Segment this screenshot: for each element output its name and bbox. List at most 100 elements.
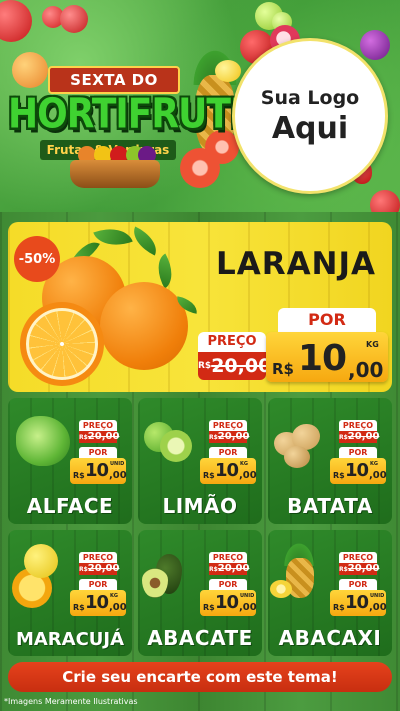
price-integer: 10: [215, 592, 239, 613]
currency: R$: [203, 603, 215, 612]
orange-icon: [100, 282, 188, 370]
featured-product-name: LARANJA: [215, 246, 377, 282]
price-unit: KG: [110, 593, 118, 599]
por-label: POR: [339, 579, 377, 590]
old-currency: R$: [198, 361, 212, 371]
price-unit: UNID: [240, 593, 255, 599]
apple-icon: [0, 0, 32, 42]
disclaimer: *Imagens Meramente Ilustrativas: [4, 697, 138, 706]
currency: R$: [333, 603, 345, 612]
price-block: PREÇO R$20,00 POR R$ 10 ,00 UNID: [70, 420, 127, 484]
grape-icon: [360, 30, 390, 60]
price-decimal: ,00: [369, 602, 387, 613]
price-decimal: ,00: [109, 470, 127, 481]
old-price: R$20,00: [339, 431, 380, 443]
price-block: PREÇO R$20,00 POR R$ 10 ,00 UNID: [200, 552, 257, 616]
old-price: R$20,00: [209, 563, 250, 575]
old-currency: R$: [339, 434, 348, 441]
price-block: PREÇO R$20,00 POR R$ 10 ,00 KG: [330, 420, 387, 484]
new-price: R$ 10 ,00 KG: [330, 458, 387, 484]
product-card-alface: PREÇO R$20,00 POR R$ 10 ,00 UNID ALFACE: [8, 398, 132, 524]
old-price-value: 20,00: [347, 431, 380, 442]
new-price-decimal: ,00: [348, 358, 384, 382]
price-unit: UNID: [370, 593, 385, 599]
por-label: POR: [79, 579, 117, 590]
old-currency: R$: [209, 566, 218, 573]
currency: R$: [333, 471, 345, 480]
new-price: R$ 10 ,00 UNID: [330, 590, 387, 616]
product-card-abacate: PREÇO R$20,00 POR R$ 10 ,00 UNID ABACATE: [138, 530, 262, 656]
por-label: POR: [339, 447, 377, 458]
price-integer: 10: [345, 592, 369, 613]
lime-slice-icon: [160, 430, 192, 462]
old-currency: R$: [209, 434, 218, 441]
logo-line-2: Aqui: [271, 110, 349, 146]
product-card-abacaxi: PREÇO R$20,00 POR R$ 10 ,00 UNID ABACAXI: [268, 530, 392, 656]
por-label: POR: [209, 579, 247, 590]
discount-badge: -50%: [14, 236, 60, 282]
logo-placeholder: Sua Logo Aqui: [232, 38, 388, 194]
featured-new-price: R$ 10 ,00 KG: [266, 332, 388, 382]
old-price: R$20,00: [79, 431, 120, 443]
currency: R$: [73, 603, 85, 612]
pineapple-slice-icon: [270, 580, 292, 598]
price-integer: 10: [85, 592, 109, 613]
basket-icon: [70, 160, 160, 188]
title-top: SEXTA DO: [48, 66, 180, 94]
product-name: LIMÃO: [162, 494, 238, 518]
price-unit: KG: [366, 340, 379, 349]
old-currency: R$: [79, 566, 88, 573]
product-card-batata: PREÇO R$20,00 POR R$ 10 ,00 KG BATATA: [268, 398, 392, 524]
preco-label: PREÇO: [339, 420, 377, 431]
price-unit: UNID: [110, 461, 125, 467]
cta-button[interactable]: Crie seu encarte com este tema!: [8, 662, 392, 692]
product-name: BATATA: [287, 494, 373, 518]
price-unit: KG: [240, 461, 248, 467]
price-block: PREÇO R$20,00 POR R$ 10 ,00 KG: [200, 420, 257, 484]
old-price-value: 20,00: [217, 431, 250, 442]
old-currency: R$: [339, 566, 348, 573]
lemon-icon: [215, 60, 241, 82]
por-label: POR: [209, 447, 247, 458]
old-price: R$20,00: [79, 563, 119, 575]
orange-slice-icon: [20, 302, 104, 386]
product-name: ABACAXI: [278, 626, 382, 650]
price-integer: 10: [345, 460, 369, 481]
new-price: R$ 10 ,00 KG: [200, 458, 257, 484]
price-integer: 10: [85, 460, 109, 481]
apple-icon: [370, 190, 400, 212]
product-name: ALFACE: [26, 494, 114, 518]
price-integer: 10: [215, 460, 239, 481]
price-decimal: ,00: [109, 602, 127, 613]
price-decimal: ,00: [239, 470, 257, 481]
product-name: ABACATE: [147, 626, 253, 650]
old-currency: R$: [79, 434, 88, 441]
currency: R$: [73, 471, 85, 480]
old-price: R$20,00: [339, 563, 380, 575]
logo-line-1: Sua Logo: [260, 86, 360, 109]
preco-label: PREÇO: [209, 552, 247, 563]
old-price-value: 20,00: [87, 431, 120, 442]
price-decimal: ,00: [239, 602, 257, 613]
new-price: R$ 10 ,00 UNID: [70, 458, 127, 484]
new-price: R$ 10 ,00 KG: [70, 590, 127, 616]
avocado-half-icon: [142, 568, 168, 598]
featured-por-label: POR: [278, 308, 376, 332]
featured-preco-label: PREÇO: [198, 332, 266, 352]
old-price-value: 20,00: [217, 563, 250, 574]
preco-label: PREÇO: [339, 552, 377, 563]
featured-old-price: R$20,00: [198, 352, 271, 380]
lettuce-icon: [16, 416, 70, 466]
product-name: MARACUJÁ: [15, 629, 125, 650]
old-price-value: 20,00: [211, 355, 272, 377]
brand-title: SEXTA DO HORTIFRUTI Frutas & Verduras: [8, 60, 243, 196]
old-price-value: 20,00: [347, 563, 380, 574]
price-block: PREÇO R$20,00 POR R$ 10 ,00 KG: [70, 552, 127, 616]
preco-label: PREÇO: [209, 420, 247, 431]
por-label: POR: [79, 447, 117, 458]
price-block: PREÇO R$20,00 POR R$ 10 ,00 UNID: [330, 552, 387, 616]
preco-label: PREÇO: [79, 420, 117, 431]
old-price: R$20,00: [209, 431, 250, 443]
passionfruit-icon: [24, 544, 58, 578]
product-card-limao: PREÇO R$20,00 POR R$ 10 ,00 KG LIMÃO: [138, 398, 262, 524]
